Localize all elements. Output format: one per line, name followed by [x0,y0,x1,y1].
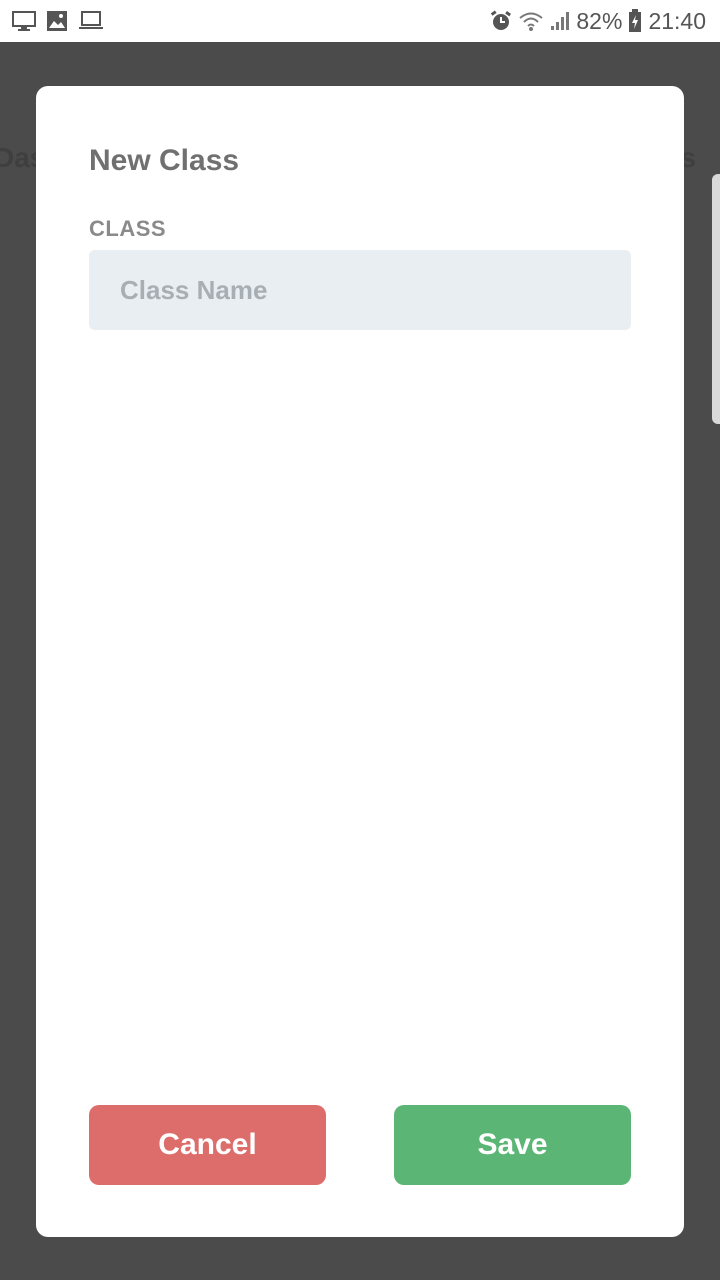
new-class-dialog: New Class CLASS Cancel Save [36,86,684,1237]
background-scrollbar [712,174,720,424]
signal-icon [550,10,570,32]
laptop-icon [78,10,104,32]
status-bar-right: 82% 21:40 [490,8,706,35]
monitor-icon [12,10,36,32]
dialog-title: New Class [89,144,240,177]
status-bar-left [12,10,104,32]
cancel-button[interactable]: Cancel [89,1105,326,1185]
class-name-input[interactable] [89,250,631,330]
save-button[interactable]: Save [394,1105,631,1185]
wifi-icon [518,10,544,32]
battery-percent: 82% [576,7,623,34]
class-field-label: CLASS [89,216,167,241]
alarm-icon [490,10,512,32]
clock: 21:40 [648,7,706,34]
battery-icon [628,9,642,33]
image-icon [46,10,68,32]
status-bar: 82% 21:40 [0,0,720,42]
